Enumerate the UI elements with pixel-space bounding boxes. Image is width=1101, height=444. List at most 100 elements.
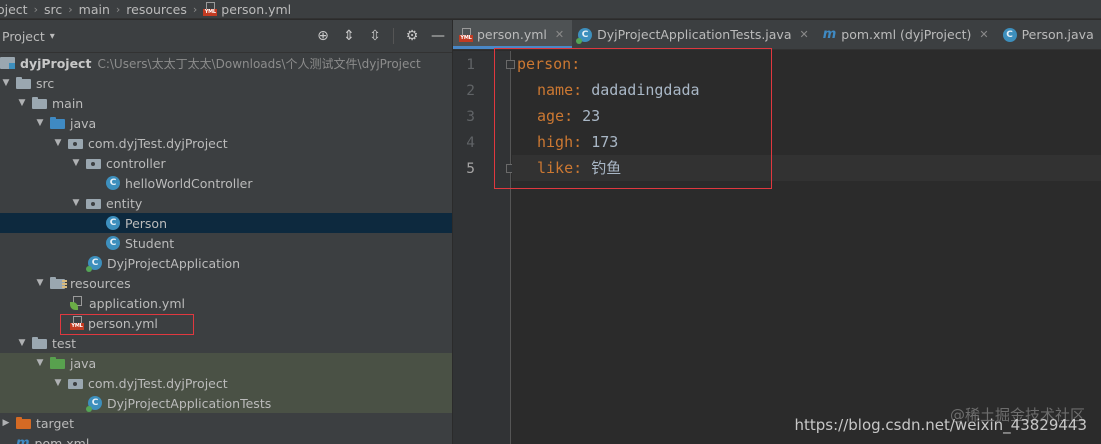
- close-icon[interactable]: ✕: [555, 28, 564, 41]
- tree-row-java[interactable]: ▼ java: [0, 113, 452, 133]
- tab-label: pom.xml (dyjProject): [841, 27, 972, 42]
- gear-icon[interactable]: ⚙: [404, 28, 420, 44]
- tree-row-controller[interactable]: ▼ controller: [0, 153, 452, 173]
- close-icon[interactable]: ✕: [979, 28, 988, 41]
- tree-item-label: helloWorldController: [125, 175, 253, 191]
- tree-row-resources[interactable]: ▼ resources: [0, 273, 452, 293]
- tree-item-label: src: [36, 75, 55, 91]
- watermark-url: https://blog.csdn.net/weixin_43829443: [794, 416, 1087, 434]
- tree-row-application-tests[interactable]: C DyjProjectApplicationTests: [0, 393, 452, 413]
- breadcrumb-label: main: [78, 1, 110, 17]
- breadcrumb-label: src: [44, 1, 63, 17]
- chevron-down-icon[interactable]: ▼: [70, 158, 82, 168]
- chevron-down-icon[interactable]: ▼: [34, 118, 46, 128]
- tab-label: Person.java: [1021, 27, 1094, 42]
- tree-row-test-package[interactable]: ▼ com.dyjTest.dyjProject: [0, 373, 452, 393]
- highlight-box: [60, 314, 194, 335]
- project-toolbar: ⊕ ⇕ ⇳ ⚙ —: [315, 28, 446, 44]
- line-number: 2: [466, 83, 475, 99]
- chevron-right-icon: ›: [68, 2, 73, 16]
- collapse-all-icon[interactable]: ⇳: [367, 28, 383, 44]
- chevron-down-icon[interactable]: ▾: [50, 31, 55, 42]
- tree-item-label: dyjProject: [20, 55, 92, 71]
- breadcrumb-item-file[interactable]: YML person.yml: [203, 2, 291, 17]
- chevron-down-icon[interactable]: ▼: [52, 138, 64, 148]
- breadcrumb: oject › src › main › resources › YML per…: [0, 0, 1101, 19]
- tree-item-label: application.yml: [89, 295, 185, 311]
- editor-tabs: YML person.yml ✕ C DyjProjectApplication…: [453, 20, 1101, 50]
- tree-row-test-java[interactable]: ▼ java: [0, 353, 452, 373]
- tree-item-label: test: [52, 335, 77, 351]
- chevron-down-icon[interactable]: ▼: [34, 358, 46, 368]
- line-number: 1: [466, 57, 475, 73]
- tree-item-label: entity: [106, 195, 143, 211]
- tree-row-package[interactable]: ▼ com.dyjTest.dyjProject: [0, 133, 452, 153]
- chevron-down-icon[interactable]: ▼: [0, 78, 12, 88]
- project-path: C:\Users\太太丁太太\Downloads\个人测试文件\dyjProje…: [97, 56, 421, 71]
- editor-panel: YML person.yml ✕ C DyjProjectApplication…: [453, 20, 1101, 444]
- tree-row-application-yml[interactable]: application.yml: [0, 293, 452, 313]
- close-icon[interactable]: ✕: [800, 28, 809, 41]
- tree-row-main[interactable]: ▼ main: [0, 93, 452, 113]
- tree-row-person[interactable]: C Person: [0, 213, 452, 233]
- test-folder-icon: [50, 357, 65, 369]
- toolbar-divider: [393, 28, 394, 44]
- tab-person-java[interactable]: C Person.java ✕: [997, 20, 1101, 49]
- tab-application-tests[interactable]: C DyjProjectApplicationTests.java ✕: [572, 20, 817, 49]
- target-icon[interactable]: ⊕: [315, 28, 331, 44]
- chevron-right-icon: ›: [33, 2, 38, 16]
- folder-icon: [16, 77, 31, 89]
- tree-row-application[interactable]: C DyjProjectApplication: [0, 253, 452, 273]
- package-icon: [68, 137, 83, 149]
- tree-row-helloworldcontroller[interactable]: C helloWorldController: [0, 173, 452, 193]
- test-class-icon: C: [576, 27, 593, 44]
- tree-row-target[interactable]: ▶ target: [0, 413, 452, 433]
- package-icon: [86, 157, 101, 169]
- tree-row-student[interactable]: C Student: [0, 233, 452, 253]
- line-number: 5: [466, 161, 475, 177]
- tree-item-label: com.dyjTest.dyjProject: [88, 375, 228, 391]
- tree-row-root[interactable]: dyjProject C:\Users\太太丁太太\Downloads\个人测试…: [0, 53, 452, 73]
- tab-label: DyjProjectApplicationTests.java: [597, 27, 792, 42]
- package-icon: [68, 377, 83, 389]
- breadcrumb-item-project[interactable]: oject: [0, 2, 28, 17]
- tree-row-entity[interactable]: ▼ entity: [0, 193, 452, 213]
- module-folder-icon: [0, 57, 15, 69]
- test-class-icon: C: [86, 396, 102, 412]
- yml-file-icon: YML: [459, 27, 473, 42]
- highlight-box: [494, 48, 772, 189]
- class-icon: C: [106, 176, 120, 190]
- project-view-selector[interactable]: Project: [2, 29, 45, 44]
- tree-item-label: DyjProjectApplicationTests: [107, 395, 272, 411]
- tree-item-label: controller: [106, 155, 166, 171]
- spring-config-icon: [70, 296, 84, 310]
- chevron-down-icon[interactable]: ▼: [16, 98, 28, 108]
- chevron-right-icon: ›: [192, 2, 198, 16]
- folder-icon: [32, 337, 47, 349]
- chevron-down-icon[interactable]: ▼: [16, 338, 28, 348]
- chevron-down-icon[interactable]: ▼: [52, 378, 64, 388]
- tree-item-label: Person: [125, 215, 168, 231]
- breadcrumb-item-main[interactable]: main: [79, 2, 110, 17]
- breadcrumb-item-resources[interactable]: resources: [126, 2, 187, 17]
- chevron-down-icon[interactable]: ▼: [70, 198, 82, 208]
- tree-item-label: java: [70, 115, 97, 131]
- tree-item-label: target: [36, 415, 75, 431]
- minimize-icon[interactable]: —: [430, 28, 446, 44]
- breadcrumb-label: person.yml: [221, 1, 292, 17]
- tab-person-yml[interactable]: YML person.yml ✕: [453, 20, 573, 49]
- expand-all-icon[interactable]: ⇕: [341, 28, 357, 44]
- tab-label: person.yml: [477, 27, 547, 42]
- tree-row-pom[interactable]: m pom.xml: [0, 433, 452, 444]
- breadcrumb-item-src[interactable]: src: [44, 2, 62, 17]
- chevron-down-icon[interactable]: ▼: [34, 278, 46, 288]
- tree-row-src[interactable]: ▼ src: [0, 73, 452, 93]
- chevron-right-icon: ›: [115, 2, 121, 16]
- tree-row-test[interactable]: ▼ test: [0, 333, 452, 353]
- tree-item-label: DyjProjectApplication: [107, 255, 241, 271]
- yml-file-icon: YML: [203, 2, 218, 16]
- tab-pom-xml[interactable]: m pom.xml (dyjProject) ✕: [817, 20, 997, 49]
- breadcrumb-label: resources: [126, 1, 187, 17]
- class-icon: C: [1002, 27, 1017, 42]
- chevron-right-icon[interactable]: ▶: [0, 418, 12, 428]
